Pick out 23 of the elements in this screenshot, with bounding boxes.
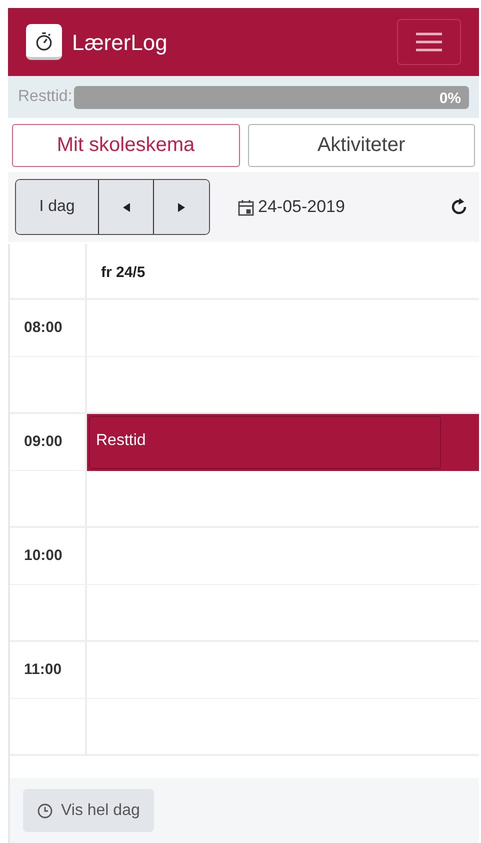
- tab[interactable]: Mit skoleskema: [12, 124, 240, 166]
- event-block[interactable]: Resttid: [87, 414, 479, 471]
- day-header: fr 24/5: [100, 263, 146, 283]
- app-title: LærerLog: [72, 28, 168, 57]
- clock-icon: [37, 802, 53, 818]
- right-triangle-icon: [178, 202, 185, 212]
- left-triangle-icon: [122, 202, 130, 212]
- menu-button[interactable]: [397, 19, 461, 65]
- current-date: 24-05-2019: [258, 196, 345, 218]
- time-label: 11:00: [24, 660, 62, 680]
- event-title: Resttid: [96, 432, 146, 449]
- show-full-day-button[interactable]: Vis hel dag: [23, 789, 154, 832]
- calendar-icon: [238, 198, 254, 216]
- time-label: 10:00: [24, 546, 62, 566]
- remaining-label: Resttid:: [18, 87, 72, 107]
- today-button[interactable]: I dag: [16, 180, 99, 234]
- tab[interactable]: Aktiviteter: [248, 124, 475, 166]
- refresh-icon: [450, 198, 468, 216]
- progress-reading: 0%: [439, 88, 461, 108]
- time-label: 08:00: [24, 318, 62, 338]
- time-label: 09:00: [24, 432, 62, 452]
- menu-icon: [415, 31, 443, 53]
- previous-button[interactable]: [99, 180, 154, 234]
